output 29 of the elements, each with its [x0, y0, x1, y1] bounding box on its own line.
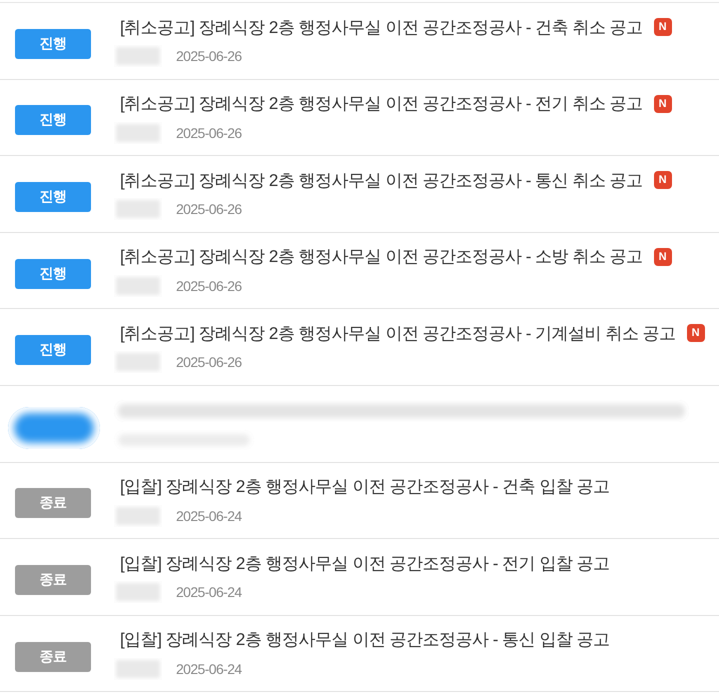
status-label: 진행: [15, 335, 91, 366]
new-badge: N: [654, 94, 672, 113]
status-label: 진행: [15, 182, 91, 212]
post-title-link[interactable]: [취소공고] 장례식장 2층 행정사무실 이전 공간조정공사 - 전기 취소 공고: [120, 92, 643, 116]
post-title-link[interactable]: [취소공고] 장례식장 2층 행정사무실 이전 공간조정공사 - 소방 취소 공고: [120, 245, 643, 268]
post-date: 2025-06-26: [176, 278, 242, 294]
post-date: 2025-06-26: [176, 354, 242, 370]
post-date: 2025-06-26: [176, 201, 242, 218]
post-title-link[interactable]: [취소공고] 장례식장 2층 행정사무실 이전 공간조정공사 - 기계설비 취소 공고: [120, 322, 676, 345]
post-title-link[interactable]: [취소공고] 장례식장 2층 행정사무실 이전 공간조정공사 - 통신 취소 공고: [120, 168, 643, 192]
status-label: 종료: [15, 642, 91, 672]
post-date: 2025-06-24: [176, 584, 242, 600]
post-date: 2025-06-26: [176, 124, 242, 141]
status-label: 진행: [15, 258, 91, 289]
post-date: 2025-06-24: [176, 508, 242, 524]
post-title-link[interactable]: [취소공고] 장례식장 2층 행정사무실 이전 공간조정공사 - 건축 취소 공고: [120, 16, 643, 38]
status-label: 진행: [15, 105, 91, 136]
new-badge: N: [654, 171, 672, 190]
new-badge: N: [654, 18, 672, 36]
post-title-link[interactable]: [입찰] 장례식장 2층 행정사무실 이전 공간조정공사 - 통신 입찰 공고: [120, 628, 610, 652]
new-badge: N: [654, 248, 672, 266]
post-title-link[interactable]: [입찰] 장례식장 2층 행정사무실 이전 공간조정공사 - 건축 입찰 공고: [120, 475, 610, 498]
post-title-link[interactable]: [입찰] 장례식장 2층 행정사무실 이전 공간조정공사 - 전기 입찰 공고: [120, 552, 610, 575]
post-date: 2025-06-24: [176, 660, 242, 677]
status-label: 종료: [15, 564, 91, 595]
new-badge: N: [686, 324, 705, 342]
post-date: 2025-06-26: [176, 48, 242, 64]
status-label: 진행: [15, 28, 91, 59]
status-label: 종료: [15, 488, 91, 518]
